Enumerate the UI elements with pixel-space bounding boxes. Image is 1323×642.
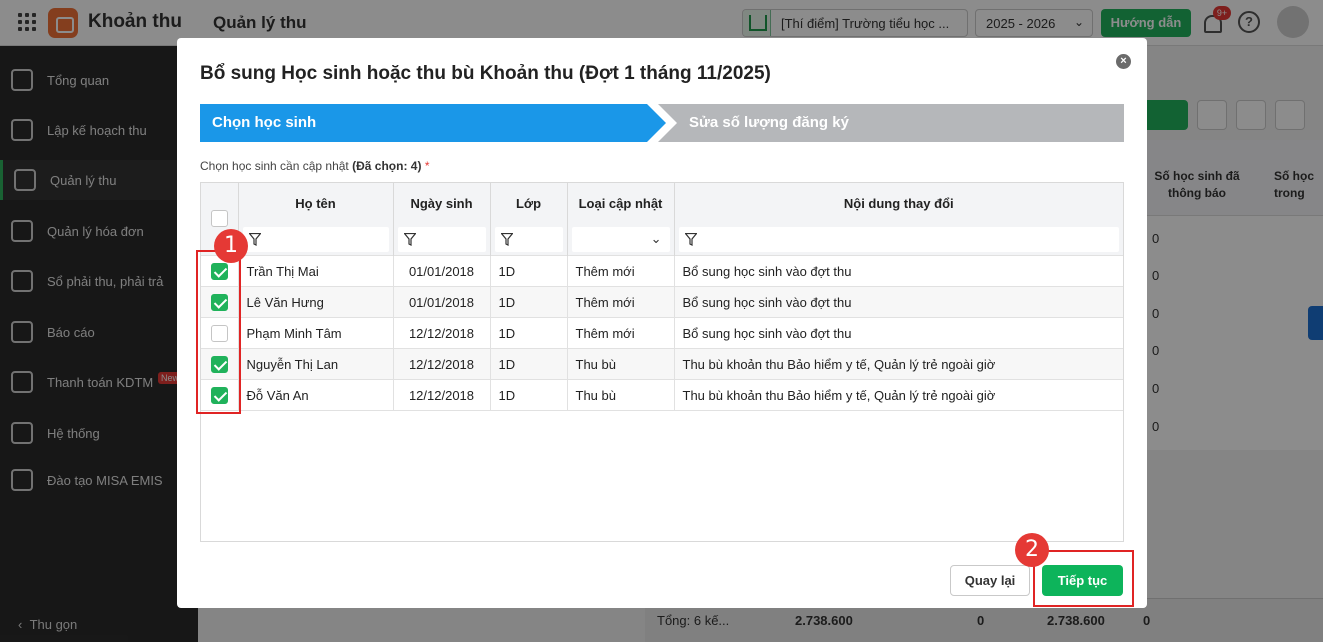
table-row[interactable]: Đỗ Văn An 12/12/2018 1D Thu bù Thu bù kh…: [201, 379, 1123, 411]
cell-dob: 12/12/2018: [393, 348, 491, 380]
table-row[interactable]: Phạm Minh Tâm 12/12/2018 1D Thêm mới Bổ …: [201, 317, 1123, 349]
col-header-class[interactable]: Lớp: [490, 183, 568, 224]
cell-dob: 01/01/2018: [393, 255, 491, 287]
filter-name[interactable]: [238, 224, 394, 256]
cell-content: Thu bù khoản thu Bảo hiểm y tế, Quản lý …: [674, 379, 1123, 411]
col-header-dob[interactable]: Ngày sinh: [393, 183, 491, 224]
cell-dob: 01/01/2018: [393, 286, 491, 318]
cell-type: Thu bù: [567, 379, 675, 411]
col-header-name[interactable]: Họ tên: [238, 183, 394, 224]
cell-content: Bổ sung học sinh vào đợt thu: [674, 317, 1123, 349]
step-edit-registration[interactable]: Sửa số lượng đăng ký: [658, 104, 1124, 142]
step-select-students[interactable]: Chọn học sinh: [200, 104, 666, 142]
cell-content: Thu bù khoản thu Bảo hiểm y tế, Quản lý …: [674, 348, 1123, 380]
chevron-down-icon: ⌄: [650, 231, 662, 246]
required-mark: *: [424, 159, 430, 173]
table-row[interactable]: Trần Thị Mai 01/01/2018 1D Thêm mới Bổ s…: [201, 255, 1123, 287]
cell-class: 1D: [490, 286, 568, 318]
cell-type: Thêm mới: [567, 286, 675, 318]
cell-content: Bổ sung học sinh vào đợt thu: [674, 255, 1123, 287]
cell-name: Lê Văn Hưng: [238, 286, 394, 318]
select-label: Chọn học sinh cần cập nhật (Đã chọn: 4) …: [200, 159, 430, 173]
step-marker-2: 2: [1015, 533, 1049, 567]
filter-class[interactable]: [490, 224, 568, 256]
table-row[interactable]: Lê Văn Hưng 01/01/2018 1D Thêm mới Bổ su…: [201, 286, 1123, 318]
cell-content: Bổ sung học sinh vào đợt thu: [674, 286, 1123, 318]
col-header-content[interactable]: Nội dung thay đổi: [674, 183, 1123, 224]
checkbox-highlight-box: [196, 250, 241, 414]
filter-icon: [684, 233, 697, 246]
add-student-dialog: Bổ sung Học sinh hoặc thu bù Khoản thu (…: [177, 38, 1147, 608]
cell-dob: 12/12/2018: [393, 317, 491, 349]
cell-class: 1D: [490, 255, 568, 287]
cell-name: Đỗ Văn An: [238, 379, 394, 411]
filter-icon: [248, 233, 261, 246]
dialog-title: Bổ sung Học sinh hoặc thu bù Khoản thu (…: [200, 63, 771, 84]
continue-highlight-box: [1033, 550, 1134, 607]
cell-name: Trần Thị Mai: [238, 255, 394, 287]
cell-dob: 12/12/2018: [393, 379, 491, 411]
wizard-steps: Chọn học sinh Sửa số lượng đăng ký: [200, 104, 1124, 142]
cell-class: 1D: [490, 379, 568, 411]
cell-type: Thêm mới: [567, 255, 675, 287]
select-all-checkbox[interactable]: [210, 210, 228, 227]
cell-class: 1D: [490, 348, 568, 380]
selected-count: (Đã chọn: 4): [352, 159, 422, 173]
cell-type: Thêm mới: [567, 317, 675, 349]
col-header-type[interactable]: Loại cập nhật: [567, 183, 675, 224]
filter-dob[interactable]: [393, 224, 491, 256]
filter-icon: [403, 233, 416, 246]
filter-content[interactable]: [674, 224, 1123, 256]
cell-name: Phạm Minh Tâm: [238, 317, 394, 349]
table-row[interactable]: Nguyễn Thị Lan 12/12/2018 1D Thu bù Thu …: [201, 348, 1123, 380]
cell-class: 1D: [490, 317, 568, 349]
student-table: Họ tên Ngày sinh Lớp Loại cập nhật Nội d…: [200, 182, 1124, 542]
step-marker-1: 1: [214, 229, 248, 263]
filter-type[interactable]: ⌄: [567, 224, 675, 256]
close-icon[interactable]: ×: [1116, 54, 1131, 69]
cell-name: Nguyễn Thị Lan: [238, 348, 394, 380]
cell-type: Thu bù: [567, 348, 675, 380]
back-button[interactable]: Quay lại: [950, 565, 1030, 596]
filter-icon: [500, 233, 513, 246]
